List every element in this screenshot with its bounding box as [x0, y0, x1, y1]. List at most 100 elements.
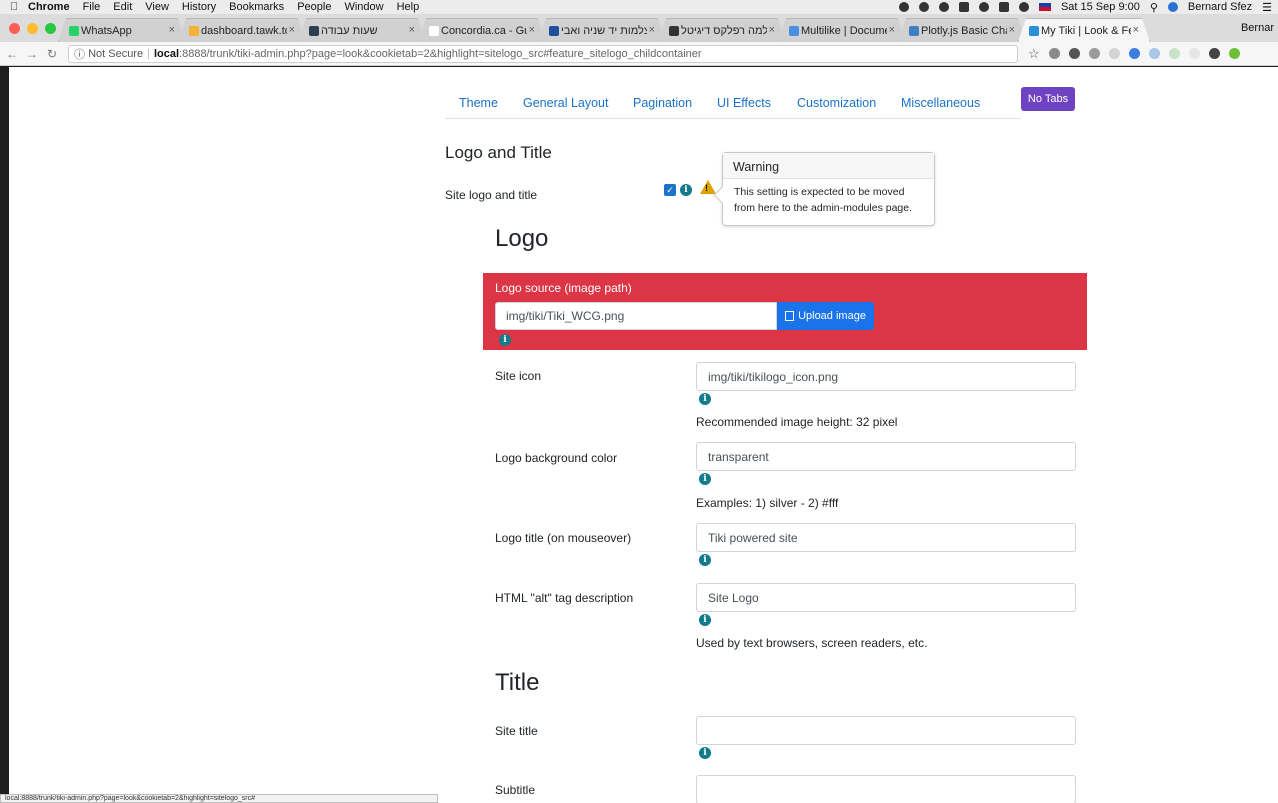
upload-image-button[interactable]: Upload image — [777, 302, 874, 330]
menu-app-name[interactable]: Chrome — [28, 1, 70, 13]
extension-icon[interactable] — [1168, 48, 1180, 59]
browser-tab[interactable]: Multilike | Documen × — [778, 18, 906, 42]
tab-close-icon[interactable]: × — [889, 24, 895, 36]
status-app-icon[interactable] — [918, 2, 929, 12]
notification-center-icon[interactable]: ☰ — [1262, 1, 1272, 14]
tab-close-icon[interactable]: × — [529, 24, 535, 36]
tab-title: Concordia.ca - Gue — [441, 24, 527, 37]
site-icon-help: Recommended image height: 32 pixel — [696, 415, 898, 429]
info-icon[interactable]: i — [699, 554, 711, 566]
tab-title: My Tiki | Look & Fee — [1041, 24, 1131, 37]
volume-icon[interactable] — [978, 2, 989, 12]
site-icon-input[interactable]: img/tiki/tikilogo_icon.png — [696, 362, 1076, 391]
extension-icon[interactable] — [1208, 48, 1220, 59]
warning-icon[interactable]: ! — [700, 180, 716, 194]
menu-file[interactable]: File — [83, 1, 101, 13]
extension-icon[interactable] — [1188, 48, 1200, 59]
menu-history[interactable]: History — [182, 1, 216, 13]
menu-people[interactable]: People — [297, 1, 331, 13]
tab-close-icon[interactable]: × — [649, 24, 655, 36]
extension-icon[interactable] — [1228, 48, 1240, 59]
address-bar[interactable]: ⓘ Not Secure | local :8888/trunk/tiki-ad… — [68, 44, 1018, 63]
info-icon[interactable]: i — [680, 184, 692, 196]
tab-customization[interactable]: Customization — [797, 96, 876, 110]
tab-close-icon[interactable]: × — [289, 24, 295, 36]
alt-tag-label: HTML "alt" tag description — [495, 591, 634, 605]
tab-close-icon[interactable]: × — [1009, 24, 1015, 36]
browser-tab[interactable]: My Tiki | Look & Fee × — [1018, 18, 1150, 42]
window-controls — [0, 14, 58, 42]
reload-icon[interactable]: ↻ — [44, 47, 60, 61]
time-machine-icon[interactable] — [958, 2, 969, 12]
extension-icon[interactable] — [1068, 48, 1080, 59]
clock[interactable]: Sat 15 Sep 9:00 — [1061, 1, 1140, 13]
battery-icon[interactable] — [998, 2, 1009, 12]
tab-general-layout[interactable]: General Layout — [523, 96, 608, 110]
browser-tab[interactable]: Concordia.ca - Gue × — [418, 18, 546, 42]
tab-close-icon[interactable]: × — [409, 24, 415, 36]
tab-title: Multilike | Documen — [801, 24, 885, 37]
browser-tab[interactable]: שעות עבודה × — [298, 18, 426, 42]
zoom-window-button[interactable] — [45, 22, 56, 34]
extension-icon[interactable] — [1128, 48, 1140, 59]
tab-close-icon[interactable]: × — [1133, 24, 1139, 36]
logo-bg-color-input[interactable]: transparent — [696, 442, 1076, 471]
tab-miscellaneous[interactable]: Miscellaneous — [901, 96, 980, 110]
logo-bg-color-help: Examples: 1) silver - 2) #fff — [696, 496, 839, 510]
logo-source-input[interactable]: img/tiki/Tiki_WCG.png — [495, 302, 777, 330]
browser-toolbar: ← → ↻ ⓘ Not Secure | local :8888/trunk/t… — [0, 42, 1278, 66]
subtitle-input[interactable] — [696, 775, 1076, 803]
forward-icon[interactable]: → — [24, 47, 40, 61]
browser-tab[interactable]: dashboard.tawk.to × — [178, 18, 306, 42]
info-icon[interactable]: i — [699, 393, 711, 405]
menu-bookmarks[interactable]: Bookmarks — [229, 1, 284, 13]
mac-menubar:  Chrome File Edit View History Bookmark… — [0, 0, 1278, 14]
logo-title-input[interactable]: Tiki powered site — [696, 523, 1076, 552]
status-app-icon[interactable] — [898, 2, 909, 12]
spotlight-search-icon[interactable]: ⚲ — [1150, 1, 1158, 14]
tab-theme[interactable]: Theme — [459, 96, 498, 110]
site-logo-checkbox[interactable]: ✓ — [664, 184, 676, 196]
apple-menu-icon[interactable]:  — [0, 1, 28, 13]
profile-button[interactable]: Bernar — [1241, 22, 1274, 34]
alt-tag-input[interactable]: Site Logo — [696, 583, 1076, 612]
tab-pagination[interactable]: Pagination — [633, 96, 692, 110]
browser-tab[interactable]: WhatsApp × — [58, 18, 186, 42]
browser-tab[interactable]: מצלמות יד שניה ואבי × — [538, 18, 666, 42]
menu-help[interactable]: Help — [397, 1, 420, 13]
extension-icon[interactable] — [1108, 48, 1120, 59]
tab-close-icon[interactable]: × — [169, 24, 175, 36]
menubar-user-name[interactable]: Bernard Sfez — [1188, 1, 1252, 13]
status-app-icon[interactable] — [938, 2, 949, 12]
extension-icon[interactable] — [1088, 48, 1100, 59]
info-icon[interactable]: i — [699, 473, 711, 485]
back-icon[interactable]: ← — [4, 47, 20, 61]
browser-tab[interactable]: Plotly.js Basic Chart× — [898, 18, 1026, 42]
tab-ui-effects[interactable]: UI Effects — [717, 96, 771, 110]
browser-tab[interactable]: מצלמה רפלקס דיגיטל× — [658, 18, 786, 42]
info-icon[interactable]: i — [699, 747, 711, 759]
close-window-button[interactable] — [9, 22, 20, 34]
bookmark-star-icon[interactable]: ☆ — [1028, 46, 1040, 62]
input-source-flag-icon[interactable] — [1038, 3, 1051, 11]
tab-favicon-icon — [909, 26, 919, 36]
logo-bg-color-label: Logo background color — [495, 451, 618, 465]
info-icon[interactable]: ⓘ — [74, 46, 88, 62]
menu-view[interactable]: View — [145, 1, 169, 13]
minimize-window-button[interactable] — [27, 22, 38, 34]
extension-icon[interactable] — [1048, 48, 1060, 59]
site-title-input[interactable] — [696, 716, 1076, 745]
extension-icon[interactable] — [1148, 48, 1160, 59]
wifi-icon[interactable] — [1018, 2, 1029, 12]
logo-source-highlight: Logo source (image path) img/tiki/Tiki_W… — [483, 273, 1087, 350]
info-icon[interactable]: i — [699, 614, 711, 626]
user-avatar-icon[interactable] — [1167, 2, 1178, 12]
popover-body: This setting is expected to be moved fro… — [734, 186, 913, 214]
no-tabs-button[interactable]: No Tabs — [1021, 87, 1075, 111]
tab-favicon-icon — [69, 26, 79, 36]
tab-close-icon[interactable]: × — [769, 24, 775, 36]
menu-edit[interactable]: Edit — [113, 1, 132, 13]
logo-heading: Logo — [495, 225, 549, 252]
menu-window[interactable]: Window — [344, 1, 383, 13]
info-icon[interactable]: i — [499, 334, 511, 346]
